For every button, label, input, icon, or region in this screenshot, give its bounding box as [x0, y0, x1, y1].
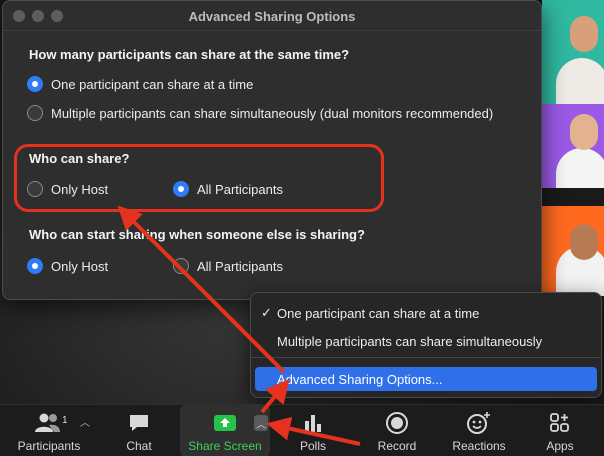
checkmark-icon: ✓ [261, 305, 272, 320]
radio-label: One participant can share at a time [51, 76, 254, 92]
record-icon [385, 409, 409, 437]
participant-count-badge: 1 [62, 415, 68, 426]
record-label: Record [377, 439, 417, 453]
polls-icon [302, 409, 324, 437]
polls-label: Polls [299, 439, 326, 453]
radio-one-participant[interactable]: One participant can share at a time [27, 76, 253, 92]
meeting-toolbar: Participants 1 ︿ Chat Share Screen ︿ Pol… [0, 404, 604, 456]
polls-button[interactable]: Polls [292, 405, 334, 456]
participant-figure [556, 148, 604, 188]
menu-item-one-participant[interactable]: ✓ One participant can share at a time [255, 301, 597, 325]
participant-video-tile [542, 0, 604, 104]
participants-chevron-up-icon[interactable]: ︿ [78, 413, 92, 429]
section-heading-how-many: How many participants can share at the s… [29, 47, 350, 62]
participant-face [570, 16, 598, 52]
chat-button[interactable]: Chat [118, 405, 160, 456]
participants-icon [34, 409, 64, 437]
apps-button[interactable]: Apps [540, 405, 580, 456]
radio-button[interactable] [27, 258, 43, 274]
share-options-menu: ✓ One participant can share at a time Mu… [250, 292, 602, 398]
radio-start-all-participants[interactable]: All Participants [173, 258, 283, 274]
radio-label: Only Host [51, 258, 109, 274]
reactions-button[interactable]: Reactions [448, 405, 510, 456]
dialog-title: Advanced Sharing Options [188, 9, 356, 24]
menu-item-label: Multiple participants can share simultan… [277, 333, 543, 349]
participant-figure [556, 58, 604, 104]
share-screen-icon [213, 409, 237, 437]
chat-label: Chat [126, 439, 152, 453]
menu-item-label: One participant can share at a time [277, 305, 480, 321]
participant-video-tile [542, 104, 604, 188]
section-heading-start-sharing: Who can start sharing when someone else … [29, 227, 365, 242]
dialog-titlebar: Advanced Sharing Options [3, 1, 541, 31]
menu-item-advanced-sharing[interactable]: Advanced Sharing Options... [255, 367, 597, 391]
radio-button[interactable] [173, 258, 189, 274]
apps-icon [549, 409, 571, 437]
menu-item-label: Advanced Sharing Options... [277, 371, 443, 387]
reactions-label: Reactions [452, 439, 506, 453]
participant-face [570, 114, 598, 150]
participants-button[interactable]: Participants [10, 405, 88, 456]
apps-label: Apps [546, 439, 574, 453]
reactions-icon [466, 409, 492, 437]
menu-item-multiple-participants[interactable]: Multiple participants can share simultan… [255, 329, 597, 353]
record-button[interactable]: Record [370, 405, 424, 456]
radio-start-only-host[interactable]: Only Host [27, 258, 108, 274]
radio-multiple-participants[interactable]: Multiple participants can share simultan… [27, 105, 493, 121]
menu-separator [251, 357, 601, 358]
radio-button[interactable] [27, 76, 43, 92]
participant-video-tile-gap [542, 188, 604, 206]
radio-label: Multiple participants can share simultan… [51, 105, 494, 121]
annotation-highlight-box [14, 144, 384, 212]
participant-video-tile [542, 206, 604, 296]
chat-icon [128, 409, 150, 437]
radio-button[interactable] [27, 105, 43, 121]
participant-face [570, 224, 598, 260]
radio-label: All Participants [197, 258, 283, 274]
participants-label: Participants [17, 439, 81, 453]
share-screen-label: Share Screen [188, 439, 262, 453]
share-screen-chevron-up-icon[interactable]: ︿ [254, 415, 268, 431]
